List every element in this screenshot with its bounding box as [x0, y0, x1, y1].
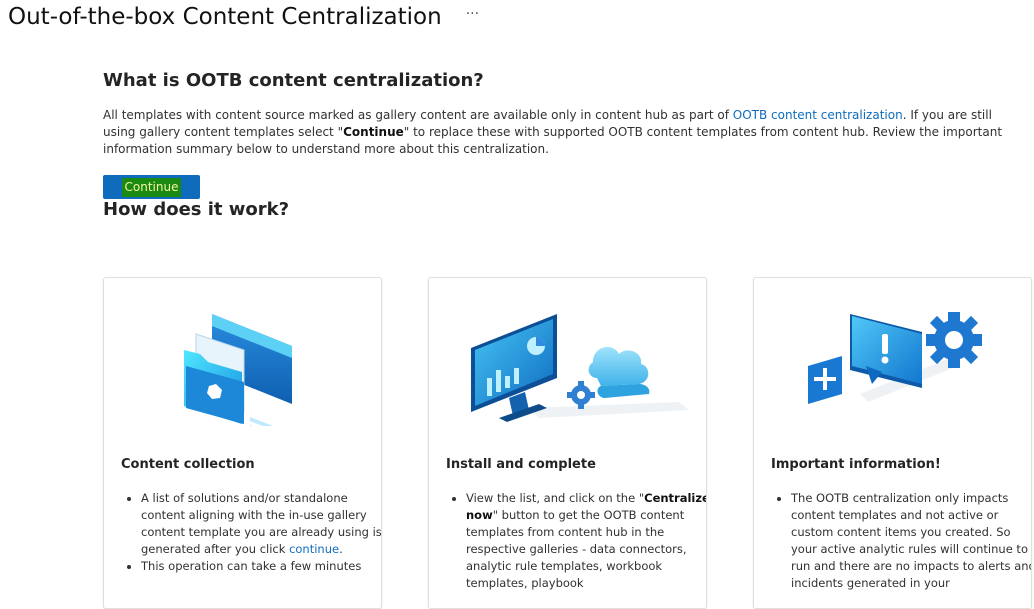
ootb-centralization-link[interactable]: OOTB content centralization — [733, 108, 903, 122]
main-content: What is OOTB content centralization? All… — [103, 70, 1032, 609]
card-title: Install and complete — [446, 457, 596, 472]
list-item: This operation can take a few minutes — [141, 558, 381, 575]
card-install-complete: Install and complete View the list, and … — [428, 277, 707, 609]
alert-gear-plus-icon — [808, 312, 982, 404]
intro-heading: What is OOTB content centralization? — [103, 70, 484, 91]
card-list: The OOTB centralization only impacts con… — [771, 490, 1031, 592]
more-options-button[interactable]: ··· — [466, 7, 479, 21]
card-list: View the list, and click on the "Central… — [446, 490, 706, 592]
page-header: Out-of-the-box Content Centralization ··… — [8, 0, 479, 34]
how-heading: How does it work? — [103, 199, 290, 220]
card-list: A list of solutions and/or standalone co… — [121, 490, 381, 575]
cards-row: Content collection A list of solutions a… — [103, 277, 1032, 609]
folder-window-icon — [184, 314, 292, 426]
card-content-collection: Content collection A list of solutions a… — [103, 277, 382, 609]
intro-text-1: All templates with content source marked… — [103, 108, 733, 122]
card-title: Important information! — [771, 457, 941, 472]
intro-paragraph: All templates with content source marked… — [103, 107, 1003, 158]
continue-link[interactable]: continue — [289, 542, 339, 556]
continue-button-label: Continue — [121, 177, 182, 197]
intro-bold-continue: Continue — [343, 125, 404, 139]
list-item: The OOTB centralization only impacts con… — [791, 490, 1031, 592]
list-item: A list of solutions and/or standalone co… — [141, 490, 381, 558]
list-item: View the list, and click on the "Central… — [466, 490, 706, 592]
card-title: Content collection — [121, 457, 255, 472]
continue-button[interactable]: Continue — [103, 175, 200, 199]
monitor-cloud-gear-icon — [471, 314, 689, 422]
page-title: Out-of-the-box Content Centralization — [8, 4, 442, 30]
card-important-information: Important information! The OOTB centrali… — [753, 277, 1032, 609]
